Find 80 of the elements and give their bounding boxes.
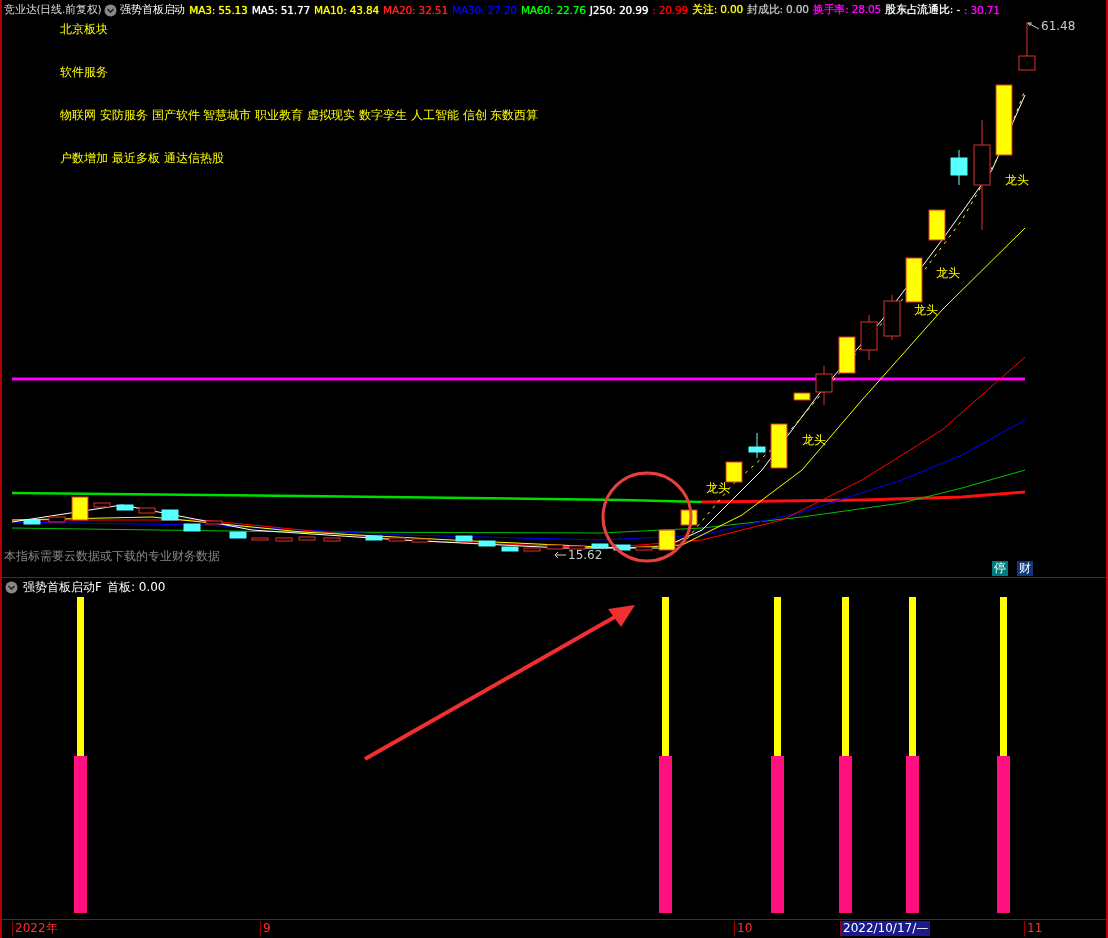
candlestick — [568, 545, 586, 550]
candlestick — [860, 314, 878, 361]
status-badge[interactable]: 财 — [1017, 561, 1033, 576]
candlestick — [298, 536, 316, 541]
candlestick — [478, 540, 496, 547]
candlestick — [365, 535, 383, 541]
indicator-value: : 20.99 — [652, 4, 689, 16]
candlestick — [613, 544, 631, 551]
candlestick — [523, 547, 541, 552]
candlestick — [770, 423, 788, 469]
candlestick — [205, 520, 223, 525]
price-label: 61.48 — [1041, 19, 1076, 33]
arrow-icon — [553, 550, 567, 560]
info-note: 本指标需要云数据或下载的专业财务数据 — [4, 548, 220, 565]
candlestick — [116, 504, 134, 511]
candlestick — [251, 537, 269, 541]
candlestick — [23, 519, 41, 525]
date-label: 9 — [260, 921, 273, 936]
indicator-value: MA20: 32.51 — [383, 4, 448, 16]
indicator-name: 强势首板启动 — [120, 3, 186, 17]
indicator-value: MA60: 22.76 — [520, 4, 586, 16]
arrow-icon — [1026, 21, 1040, 31]
candlestick — [183, 523, 201, 532]
indicator-value: 换手率: 28.05 — [812, 3, 882, 17]
candlestick — [501, 546, 519, 552]
date-label: 11 — [1024, 921, 1045, 936]
indicator-value: 关注: 0.00 — [692, 3, 744, 17]
chart-annotation: 龙头 — [936, 265, 960, 282]
indicator-value: MA5: 51.77 — [251, 4, 311, 16]
indicator-value: : 30.71 — [964, 4, 1000, 16]
candlestick — [635, 546, 653, 551]
candlestick — [455, 535, 473, 542]
candlestick — [229, 531, 247, 539]
candlestick — [838, 336, 856, 374]
indicator-value: J250: 20.99 — [589, 4, 649, 16]
status-badge[interactable]: 停 — [992, 561, 1008, 576]
indicator-value: MA10: 43.84 — [314, 4, 379, 16]
candlestick — [161, 509, 179, 521]
candlestick — [275, 537, 293, 542]
dropdown-icon[interactable] — [5, 580, 18, 594]
candlestick — [138, 507, 156, 514]
chart-annotation: 龙头 — [802, 432, 826, 449]
candlestick — [546, 544, 564, 550]
chart-annotation: 龙头 — [914, 302, 938, 319]
candlestick — [995, 84, 1013, 156]
sector-tag: 户数增加 最近多板 通达信热股 — [60, 150, 224, 166]
indicator-value: 股东占流通比: - — [885, 3, 960, 17]
candlestick — [323, 537, 341, 542]
candlestick — [658, 529, 676, 551]
chart-annotation: 龙头 — [1005, 172, 1029, 189]
date-label: 2022/10/17/— — [840, 921, 931, 936]
window-title: 竞业达(日线.前复权) — [4, 3, 102, 17]
date-label: 2022年 — [12, 921, 60, 936]
candlestick — [1018, 21, 1036, 71]
indicator-value: 首板: 0.00 — [106, 578, 166, 596]
candlestick — [725, 461, 743, 483]
dropdown-icon[interactable] — [104, 3, 118, 17]
date-label: 10 — [734, 921, 755, 936]
candlestick — [748, 432, 766, 459]
price-label: 15.62 — [568, 548, 603, 562]
candlestick — [905, 257, 923, 303]
indicator-value: MA3: 55.13 — [189, 4, 248, 16]
chart-annotation: 龙头 — [706, 480, 730, 497]
sector-tag: 软件服务 — [60, 64, 108, 80]
candlestick — [591, 543, 609, 549]
indicator-value: MA30: 27.20 — [451, 4, 517, 16]
candlestick — [48, 516, 66, 523]
candlestick — [93, 502, 111, 508]
candlestick — [71, 496, 89, 521]
candlestick — [950, 149, 968, 186]
candlestick — [928, 209, 946, 241]
indicator-name: 强势首板启动F — [23, 578, 102, 596]
sector-tag: 北京板块 — [60, 21, 108, 37]
candlestick — [411, 538, 429, 543]
candlestick — [388, 537, 406, 542]
candlestick — [793, 392, 811, 401]
candlestick — [883, 294, 901, 341]
indicator-value: 封成比: 0.00 — [747, 3, 809, 17]
candlestick — [815, 365, 833, 406]
sector-tag: 物联网 安防服务 国产软件 智慧城市 职业教育 虚拟现实 数字孪生 人工智能 信创 东数西算 — [60, 107, 539, 123]
